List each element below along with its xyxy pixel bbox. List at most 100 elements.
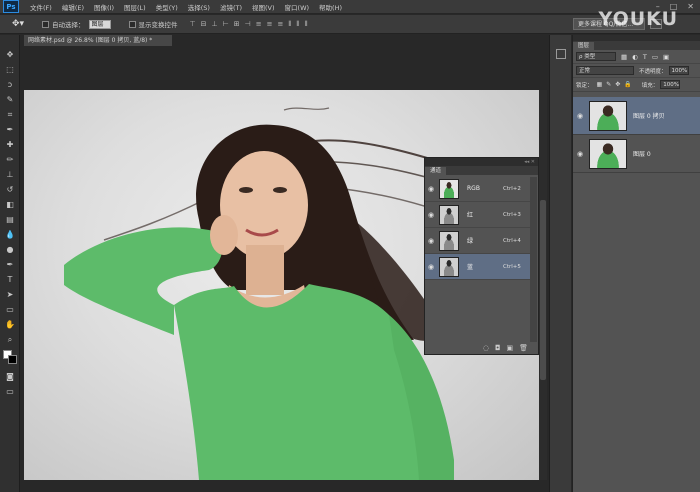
tab-layers[interactable]: 图层 — [573, 42, 595, 51]
fill-label: 填充： — [641, 82, 659, 89]
menu-select[interactable]: 选择(S) — [183, 2, 215, 12]
align-left-icon[interactable]: ⊢ — [223, 20, 229, 29]
opacity-input[interactable]: 100% — [668, 66, 689, 75]
opacity-label: 不透明度： — [639, 68, 667, 75]
distribute-vcenter-icon[interactable]: ≡ — [267, 20, 273, 29]
distribute-bottom-icon[interactable]: ≡ — [277, 20, 283, 29]
channel-row-red[interactable]: ◉ 红 Ctrl+3 — [425, 202, 530, 228]
distribute-hcenter-icon[interactable]: ⦀ — [296, 20, 299, 29]
left-eye — [239, 187, 253, 193]
align-vcenter-icon[interactable]: ⊟ — [201, 20, 207, 29]
background-color-swatch[interactable] — [8, 355, 17, 364]
eye-icon[interactable]: ◉ — [425, 211, 437, 219]
path-select-tool-icon[interactable]: ➤ — [4, 289, 16, 300]
quick-mask-icon[interactable]: ◙ — [4, 371, 16, 382]
panel-collapse-icon[interactable] — [556, 49, 566, 59]
layer-row[interactable]: ◉ 图层 0 拷贝 — [573, 97, 700, 135]
show-transform-checkbox[interactable] — [128, 20, 136, 28]
shape-tool-icon[interactable]: ▭ — [4, 304, 16, 315]
delete-channel-icon[interactable]: 🗑 — [519, 344, 528, 352]
document-tab[interactable]: 网络素材.psd @ 26.8% (图层 0 拷贝, 蓝/8) * — [24, 35, 172, 46]
channel-row-green[interactable]: ◉ 绿 Ctrl+4 — [425, 228, 530, 254]
document-scrollbar[interactable] — [539, 90, 547, 480]
quick-select-tool-icon[interactable]: ✎ — [4, 94, 16, 105]
menu-type[interactable]: 类型(Y) — [151, 2, 183, 12]
filter-type-icon[interactable]: T — [643, 53, 647, 61]
save-selection-icon[interactable]: ◘ — [495, 344, 501, 352]
distribute-top-icon[interactable]: ≡ — [256, 20, 262, 29]
filter-shape-icon[interactable]: ▭ — [652, 53, 658, 61]
eye-icon[interactable]: ◉ — [425, 263, 437, 271]
blend-mode-dropdown[interactable]: 正常 — [576, 66, 634, 75]
menu-help[interactable]: 帮助(H) — [314, 2, 347, 12]
marquee-tool-icon[interactable]: ⬚ — [4, 64, 16, 75]
layer-name[interactable]: 图层 0 拷贝 — [633, 111, 665, 120]
align-hcenter-icon[interactable]: ⊞ — [234, 20, 240, 29]
type-tool-icon[interactable]: T — [4, 274, 16, 285]
align-bottom-icon[interactable]: ⊥ — [211, 20, 217, 29]
channel-row-blue[interactable]: ◉ 蓝 Ctrl+5 — [425, 254, 530, 280]
clone-stamp-tool-icon[interactable]: ⊥ — [4, 169, 16, 180]
blur-tool-icon[interactable]: 💧 — [4, 229, 16, 240]
menu-filter[interactable]: 滤镜(T) — [215, 2, 247, 12]
fill-input[interactable]: 100% — [660, 80, 681, 89]
tab-channels[interactable]: 通道 — [425, 167, 447, 175]
panel-dock-strip — [549, 35, 571, 492]
hand-tool-icon[interactable]: ✋ — [4, 319, 16, 330]
channels-scrollbar[interactable] — [530, 177, 537, 342]
close-icon[interactable]: ✕ — [687, 2, 694, 11]
menu-window[interactable]: 窗口(W) — [280, 2, 315, 12]
new-channel-icon[interactable]: ▣ — [506, 344, 513, 352]
screen-mode-icon[interactable]: ▭ — [4, 386, 16, 397]
document-scroll-thumb[interactable] — [540, 200, 546, 380]
align-right-icon[interactable]: ⊣ — [245, 20, 251, 29]
layer-filter-row: ρ 类型 ▦ ◐ T ▭ ▣ — [573, 50, 700, 64]
move-tool-preset-icon[interactable]: ✥▾ — [12, 19, 34, 29]
eye-icon[interactable]: ◉ — [425, 185, 437, 193]
channel-thumbnail — [439, 230, 459, 251]
right-eye — [273, 187, 287, 193]
gradient-tool-icon[interactable]: ▤ — [4, 214, 16, 225]
distribute-right-icon[interactable]: ⦀ — [305, 20, 308, 29]
channel-shortcut: Ctrl+4 — [503, 237, 521, 244]
dodge-tool-icon[interactable]: ● — [4, 244, 16, 255]
auto-select-dropdown[interactable]: 图层 — [88, 19, 111, 29]
filter-adjustment-icon[interactable]: ◐ — [632, 53, 638, 61]
eye-icon[interactable]: ◉ — [573, 112, 587, 120]
move-tool-icon[interactable]: ✥ — [4, 49, 16, 60]
history-brush-tool-icon[interactable]: ↺ — [4, 184, 16, 195]
menu-view[interactable]: 视图(V) — [247, 2, 280, 12]
lasso-tool-icon[interactable]: ↄ — [4, 79, 16, 90]
layer-name[interactable]: 图层 0 — [633, 149, 651, 158]
channel-row-rgb[interactable]: ◉ RGB Ctrl+2 — [425, 176, 530, 202]
healing-brush-tool-icon[interactable]: ✚ — [4, 139, 16, 150]
lock-transparent-icon[interactable]: ▦ — [597, 81, 603, 88]
distribute-left-icon[interactable]: ⦀ — [288, 20, 291, 29]
eye-icon[interactable]: ◉ — [425, 237, 437, 245]
eraser-tool-icon[interactable]: ◧ — [4, 199, 16, 210]
crop-tool-icon[interactable]: ⌗ — [4, 109, 16, 120]
layer-thumbnail — [589, 100, 627, 131]
channels-panel-titlebar[interactable]: ◂◂ ✕ — [425, 158, 538, 166]
lock-position-icon[interactable]: ✥ — [615, 81, 620, 88]
options-bar: ✥▾ 自动选择： 图层 显示变换控件 ⊤ ⊟ ⊥ ⊢ ⊞ ⊣ ≡ ≡ ≡ ⦀ ⦀… — [0, 15, 700, 34]
lock-label: 锁定： — [576, 82, 593, 89]
filter-smart-object-icon[interactable]: ▣ — [663, 53, 669, 61]
menu-image[interactable]: 图像(I) — [89, 2, 119, 12]
filter-pixel-icon[interactable]: ▦ — [621, 53, 627, 61]
align-top-icon[interactable]: ⊤ — [190, 20, 196, 29]
zoom-tool-icon[interactable]: ⌕ — [4, 334, 16, 345]
lock-image-icon[interactable]: ✎ — [606, 81, 611, 88]
menu-file[interactable]: 文件(F) — [25, 2, 57, 12]
lock-all-icon[interactable]: 🔒 — [624, 81, 631, 88]
eyedropper-tool-icon[interactable]: ✒ — [4, 124, 16, 135]
load-selection-icon[interactable]: ◌ — [483, 344, 489, 352]
pen-tool-icon[interactable]: ✒ — [4, 259, 16, 270]
layer-filter-dropdown[interactable]: ρ 类型 — [576, 52, 616, 61]
menu-layer[interactable]: 图层(L) — [119, 2, 151, 12]
auto-select-checkbox[interactable] — [42, 20, 49, 28]
brush-tool-icon[interactable]: ✏ — [4, 154, 16, 165]
menu-edit[interactable]: 编辑(E) — [57, 2, 89, 12]
layer-row[interactable]: ◉ 图层 0 — [573, 135, 700, 173]
eye-icon[interactable]: ◉ — [573, 150, 587, 158]
